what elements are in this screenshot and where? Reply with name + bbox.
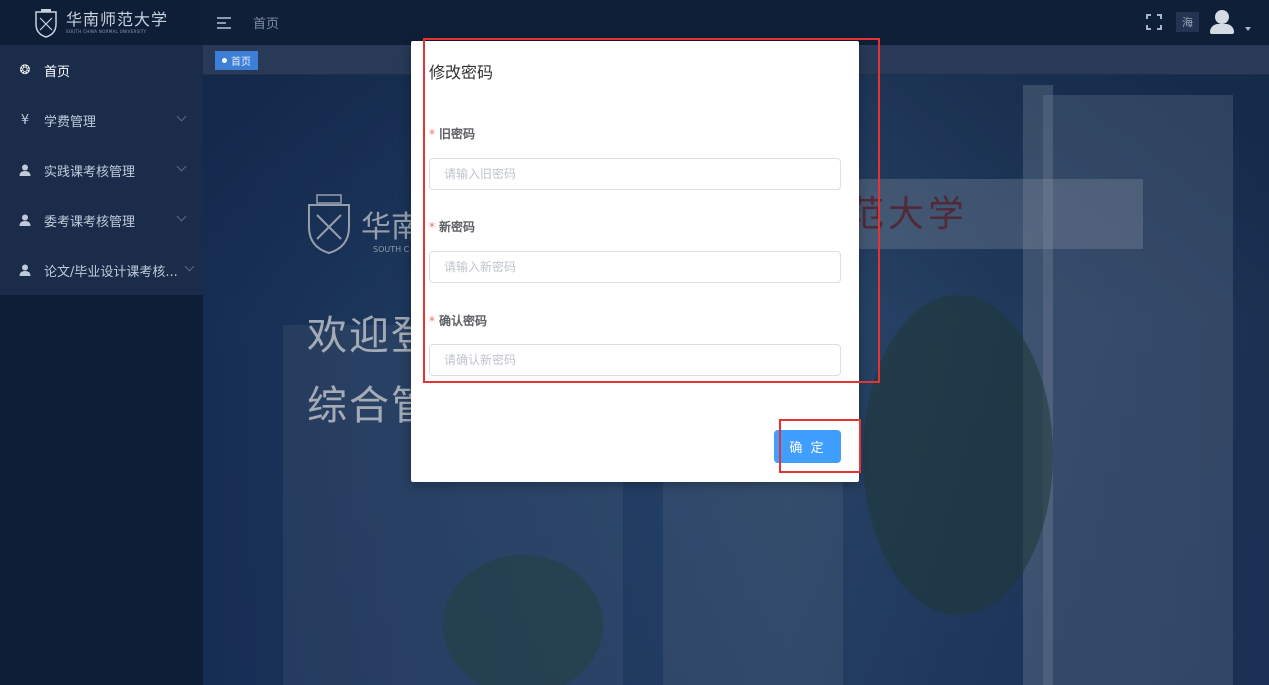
menu-toggle-icon[interactable]: [217, 16, 231, 29]
dot-icon: [222, 58, 227, 63]
old-password-label: * 旧密码: [429, 127, 476, 141]
chevron-down-icon: [176, 111, 187, 122]
sidebar-item-label: 学费管理: [44, 114, 97, 130]
confirm-password-label: * 确认密码: [429, 314, 488, 328]
crest-icon: [35, 8, 57, 38]
confirm-button[interactable]: 确 定: [774, 430, 841, 463]
sidebar-item-commission-course[interactable]: 委考课考核管理: [0, 195, 203, 245]
tag-label: 首页: [231, 57, 251, 68]
new-password-input[interactable]: [429, 251, 841, 283]
top-header: 首页 海: [203, 0, 1269, 45]
tag-home[interactable]: 首页: [215, 51, 258, 70]
yen-icon: ¥: [20, 112, 30, 128]
dialog-title: 修改密码: [429, 63, 494, 82]
old-password-input[interactable]: [429, 158, 841, 190]
user-icon: [18, 264, 32, 276]
confirm-password-input[interactable]: [429, 344, 841, 376]
sidebar-item-label: 实践课考核管理: [44, 164, 136, 180]
sidebar: 华南师范大学 SOUTH CHINA NORMAL UNIVERSITY ❂ 首…: [0, 0, 203, 685]
sidebar-item-label: 首页: [44, 64, 71, 80]
sidebar-item-tuition[interactable]: ¥ 学费管理: [0, 95, 203, 145]
user-icon: [18, 214, 32, 226]
chevron-down-icon: [176, 161, 187, 172]
change-password-dialog: 修改密码 * 旧密码 * 新密码 * 确认密码 确 定: [411, 41, 859, 482]
university-logo[interactable]: 华南师范大学 SOUTH CHINA NORMAL UNIVERSITY: [0, 0, 203, 45]
sidebar-item-home[interactable]: ❂ 首页: [0, 45, 203, 95]
caret-down-icon[interactable]: [1245, 27, 1251, 31]
sidebar-item-label: 委考课考核管理: [44, 214, 136, 230]
dashboard-icon: ❂: [19, 62, 31, 78]
avatar[interactable]: [1207, 8, 1237, 36]
sidebar-item-label: 论文/毕业设计课考核...: [44, 264, 178, 280]
required-mark: *: [429, 314, 435, 328]
logo-chinese-name: 华南师范大学: [66, 9, 169, 29]
logo-english-name: SOUTH CHINA NORMAL UNIVERSITY: [66, 28, 147, 34]
required-mark: *: [429, 127, 435, 141]
chevron-down-icon: [184, 261, 195, 272]
required-mark: *: [429, 220, 435, 234]
user-icon: [18, 164, 32, 176]
chevron-down-icon: [176, 211, 187, 222]
user-name[interactable]: 海: [1176, 12, 1199, 32]
sidebar-menu: ❂ 首页 ¥ 学费管理 实践课考核管理 委考课考核管理 论文/毕业设计课考核..…: [0, 45, 203, 295]
sidebar-item-thesis-course[interactable]: 论文/毕业设计课考核...: [0, 245, 203, 295]
fullscreen-icon[interactable]: [1146, 14, 1162, 30]
breadcrumb[interactable]: 首页: [253, 13, 279, 32]
new-password-label: * 新密码: [429, 220, 476, 234]
sidebar-item-practice-course[interactable]: 实践课考核管理: [0, 145, 203, 195]
